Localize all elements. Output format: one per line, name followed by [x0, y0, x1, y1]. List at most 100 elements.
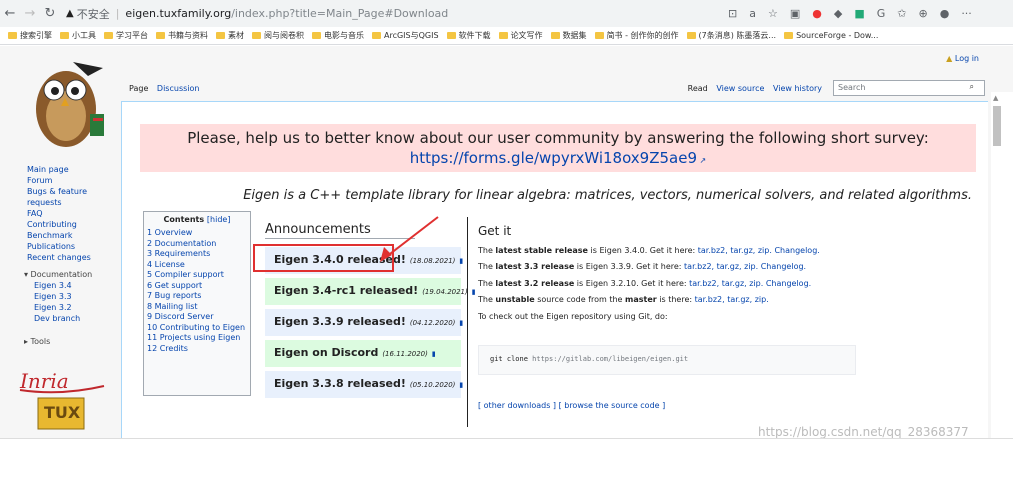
release-line: The latest stable release is Eigen 3.4.0…: [478, 245, 820, 255]
favorites-bar-icon[interactable]: ✩: [897, 7, 906, 20]
tuxfamily-logo[interactable]: TUX: [36, 396, 86, 431]
announcement-card[interactable]: Eigen 3.3.9 released! (04.12.2020) ▮: [265, 309, 463, 336]
toc-item[interactable]: 9 Discord Server: [147, 312, 247, 323]
bookmark-item[interactable]: 软件下载: [446, 30, 491, 41]
bookmark-item[interactable]: (7条消息) 陈墨落云...: [686, 30, 776, 41]
folder-icon: [498, 32, 508, 39]
bookmark-item[interactable]: 学习平台: [104, 30, 148, 41]
owl-logo[interactable]: [18, 54, 113, 154]
sidebar-link[interactable]: Dev branch: [0, 313, 120, 324]
announcement-title[interactable]: Eigen 3.3.9 released!: [274, 315, 406, 328]
toc-item[interactable]: 2 Documentation: [147, 239, 247, 250]
toc-item[interactable]: 4 License: [147, 260, 247, 271]
bookmark-item[interactable]: 书籍与资料: [156, 30, 208, 41]
extension-icon-2[interactable]: ◆: [834, 7, 842, 20]
sidebar-link[interactable]: Eigen 3.3: [0, 291, 120, 302]
document-icon[interactable]: ▮: [459, 319, 463, 327]
announcement-title[interactable]: Eigen on Discord: [274, 346, 378, 359]
document-icon[interactable]: ▮: [459, 381, 463, 389]
sidebar-section-documentation[interactable]: ▾ Documentation: [0, 269, 120, 280]
bookmark-label: 小工具: [72, 31, 96, 40]
toc-item[interactable]: 3 Requirements: [147, 249, 247, 260]
url-host: eigen.tuxfamily.org: [125, 7, 232, 20]
sidebar-link[interactable]: FAQ: [0, 208, 120, 219]
document-icon[interactable]: ▮: [472, 288, 476, 296]
bookmark-item[interactable]: 阅与阅卷积: [252, 30, 304, 41]
announcement-title[interactable]: Eigen 3.3.8 released!: [274, 377, 406, 390]
reload-icon[interactable]: ↻: [40, 6, 60, 21]
extension-icon-3[interactable]: ■: [854, 7, 864, 20]
toc-item[interactable]: 10 Contributing to Eigen: [147, 323, 247, 334]
toc-item[interactable]: 8 Mailing list: [147, 302, 247, 313]
sidebar-link[interactable]: requests: [0, 197, 120, 208]
survey-text: Please, help us to better know about our…: [187, 129, 929, 147]
bookmark-item[interactable]: 简书 - 创作你的创作: [594, 30, 679, 41]
search-input[interactable]: Search ⌕: [833, 80, 985, 96]
bookmark-label: 素材: [228, 31, 244, 40]
announcement-card[interactable]: Eigen 3.3.8 released! (05.10.2020) ▮: [265, 371, 463, 398]
download-links[interactable]: tar.bz2, tar.gz, zip. Changelog.: [698, 246, 820, 255]
bookmark-item[interactable]: 小工具: [60, 30, 96, 41]
address-bar[interactable]: ▲ 不安全 | eigen.tuxfamily.org /index.php?t…: [66, 3, 716, 24]
toc-hide-link[interactable]: [hide]: [207, 215, 231, 224]
login-link[interactable]: ▲ Log in: [946, 54, 979, 63]
sidebar-link[interactable]: Forum: [0, 175, 120, 186]
tab-read[interactable]: Read: [688, 84, 708, 93]
toc-item[interactable]: 11 Projects using Eigen: [147, 333, 247, 344]
profile-icon[interactable]: ●: [940, 7, 950, 20]
tab-discussion[interactable]: Discussion: [157, 84, 200, 93]
download-links[interactable]: tar.bz2, tar.gz, zip.: [695, 295, 769, 304]
download-links[interactable]: tar.bz2, tar.gz, zip. Changelog.: [684, 262, 806, 271]
git-clone-code: git clone https://gitlab.com/libeigen/ei…: [478, 345, 856, 375]
sidebar-link[interactable]: Contributing: [0, 219, 120, 230]
reader-icon[interactable]: a: [749, 7, 756, 20]
bookmark-item[interactable]: SourceForge - Dow...: [784, 31, 878, 40]
sidebar-link[interactable]: Eigen 3.2: [0, 302, 120, 313]
toc-item[interactable]: 7 Bug reports: [147, 291, 247, 302]
document-icon[interactable]: ▮: [459, 257, 463, 265]
back-icon[interactable]: ←: [0, 6, 20, 21]
bookmark-item[interactable]: 电影与音乐: [312, 30, 364, 41]
scroll-up-icon[interactable]: ▲: [993, 94, 998, 102]
sidebar-link[interactable]: Eigen 3.4: [0, 280, 120, 291]
other-downloads-links[interactable]: [ other downloads ] [ browse the source …: [478, 401, 665, 410]
annotation-arrow: [380, 216, 439, 262]
menu-icon[interactable]: ···: [961, 7, 972, 20]
announcement-card[interactable]: Eigen on Discord (16.11.2020) ▮: [265, 340, 461, 367]
scrollbar[interactable]: ▲: [991, 92, 1013, 484]
sidebar-link[interactable]: Bugs & feature: [0, 186, 120, 197]
favorite-icon[interactable]: ☆: [768, 7, 778, 20]
sidebar-section-tools[interactable]: ▸ Tools: [0, 336, 120, 347]
inria-logo[interactable]: Inria: [16, 368, 106, 394]
forward-icon[interactable]: →: [20, 6, 40, 21]
search-icon[interactable]: ⌕: [970, 82, 974, 92]
bookmark-item[interactable]: 数据集: [550, 30, 587, 41]
tab-page[interactable]: Page: [129, 84, 148, 93]
scroll-thumb[interactable]: [993, 106, 1001, 146]
translate-icon[interactable]: ⊡: [728, 7, 737, 20]
bookmark-item[interactable]: 论文写作: [498, 30, 543, 41]
bookmark-item[interactable]: 素材: [216, 30, 244, 41]
document-icon[interactable]: ▮: [432, 350, 436, 358]
download-links[interactable]: tar.bz2, tar.gz, zip. Changelog.: [689, 279, 811, 288]
survey-link[interactable]: https://forms.gle/wpyrxWi18ox9Z5ae9 ↗: [140, 149, 976, 167]
bookmark-item[interactable]: 搜索引擎: [8, 30, 52, 41]
adblock-icon[interactable]: ●: [812, 7, 822, 20]
toc-item[interactable]: 5 Compiler support: [147, 270, 247, 281]
announcement-card[interactable]: Eigen 3.4-rc1 released! (19.04.2021) ▮: [265, 278, 476, 305]
toc-item[interactable]: 6 Get support: [147, 281, 247, 292]
collections-icon[interactable]: ⊕: [918, 7, 927, 20]
sidebar-link[interactable]: Main page: [0, 164, 120, 175]
repo-url[interactable]: https://gitlab.com/libeigen/eigen.git: [532, 355, 688, 363]
extension-icon[interactable]: ▣: [790, 7, 800, 20]
refresh-ext-icon[interactable]: G: [877, 7, 886, 20]
sidebar-link[interactable]: Benchmark: [0, 230, 120, 241]
sidebar-link[interactable]: Publications: [0, 241, 120, 252]
sidebar-link[interactable]: Recent changes: [0, 252, 120, 263]
bookmark-item[interactable]: ArcGIS与QGIS: [372, 30, 439, 41]
tab-view-source[interactable]: View source: [716, 84, 764, 93]
announcement-title[interactable]: Eigen 3.4-rc1 released!: [274, 284, 418, 297]
tab-view-history[interactable]: View history: [773, 84, 822, 93]
toc-item[interactable]: 12 Credits: [147, 344, 247, 355]
toc-item[interactable]: 1 Overview: [147, 228, 247, 239]
